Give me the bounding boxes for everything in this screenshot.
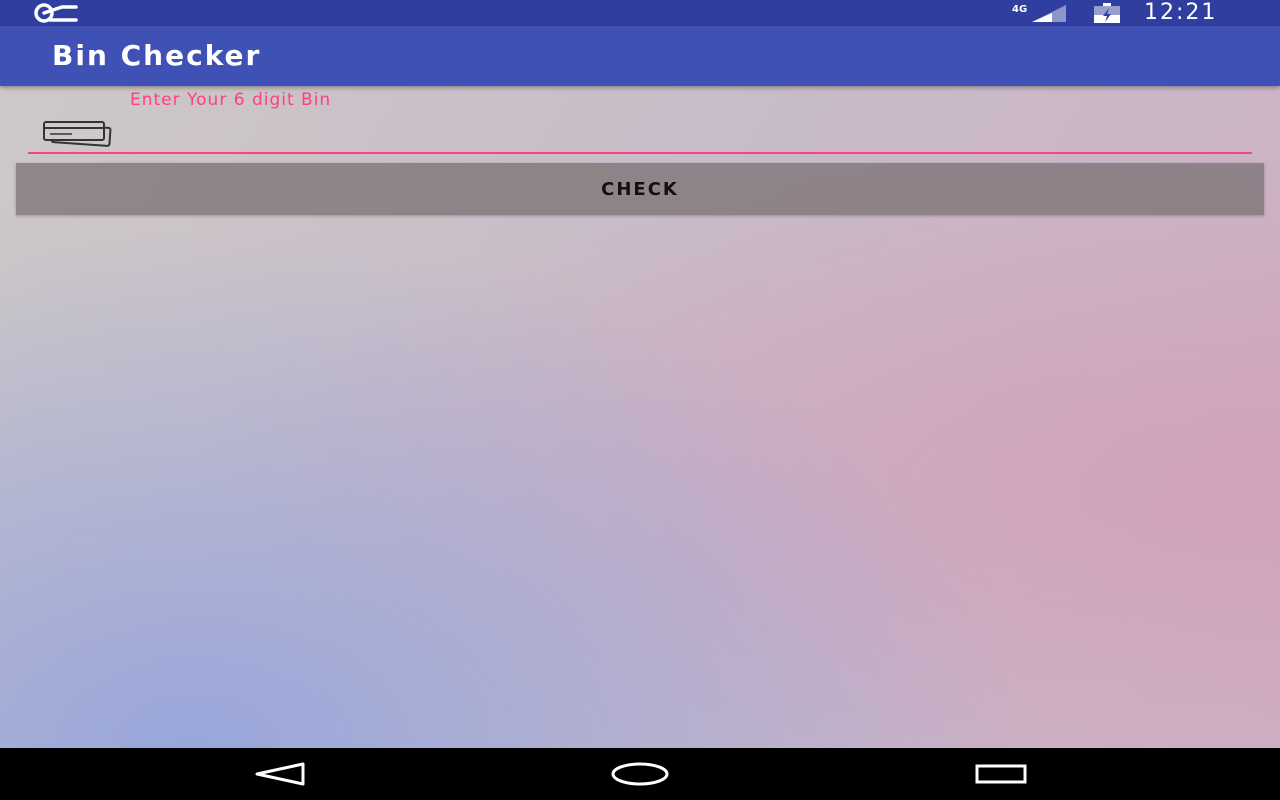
network-type-label: 4G: [1012, 4, 1027, 15]
bin-input[interactable]: [130, 116, 1230, 150]
navigation-bar: [0, 748, 1280, 800]
app-title: Bin Checker: [52, 39, 262, 72]
bin-input-label: Enter Your 6 digit Bin: [130, 90, 332, 110]
main-content: Enter Your 6 digit Bin CHECK: [0, 86, 1280, 748]
back-icon[interactable]: [250, 758, 310, 790]
home-icon[interactable]: [610, 758, 670, 790]
bin-input-underline: [28, 152, 1252, 154]
recents-icon[interactable]: [970, 758, 1030, 790]
status-bar: 4G 12:21: [0, 0, 1280, 26]
check-button[interactable]: CHECK: [16, 163, 1264, 215]
status-clock: 12:21: [1144, 0, 1218, 25]
credit-card-icon: [43, 121, 112, 147]
signal-icon: 4G: [1012, 4, 1066, 22]
battery-icon: [1094, 3, 1120, 23]
screen: 4G 12:21 Bin Checker Enter Your 6 digit …: [0, 0, 1280, 800]
notification-icon: [34, 3, 78, 23]
bin-input-group: Enter Your 6 digit Bin: [28, 86, 1252, 158]
app-bar: Bin Checker: [0, 26, 1280, 86]
